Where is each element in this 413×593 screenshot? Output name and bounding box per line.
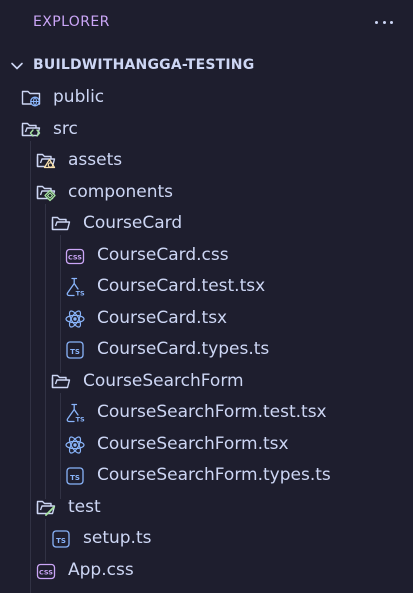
- tree-item-folder[interactable]: CourseSearchForm: [0, 366, 413, 397]
- tree-item-label: components: [68, 182, 173, 202]
- svg-text:CSS: CSS: [68, 253, 82, 261]
- tree-item-label: CourseCard.css: [97, 245, 229, 265]
- tree-item-label: CourseCard: [83, 213, 182, 233]
- react-file-icon: [64, 308, 86, 330]
- svg-text:TS: TS: [76, 290, 85, 298]
- folder-public-icon: [20, 87, 42, 109]
- tree-item-file[interactable]: TS CourseSearchForm.test.tsx: [0, 397, 413, 428]
- tree-item-folder[interactable]: CourseCard: [0, 208, 413, 239]
- ellipsis-icon[interactable]: [375, 11, 393, 33]
- ts-file-icon: TS: [50, 528, 72, 550]
- tree-item-file[interactable]: TS CourseCard.types.ts: [0, 334, 413, 365]
- folder-open-icon: [50, 371, 72, 393]
- tree-item-file[interactable]: CSS CourseCard.css: [0, 240, 413, 271]
- svg-text:TS: TS: [70, 348, 80, 356]
- explorer-header: EXPLORER: [0, 0, 413, 46]
- css-file-icon: CSS: [64, 245, 86, 267]
- svg-text:TS: TS: [70, 474, 80, 482]
- svg-text:TS: TS: [56, 537, 66, 545]
- tree-item-file[interactable]: TS CourseSearchForm.types.ts: [0, 460, 413, 491]
- css-file-icon: CSS: [35, 560, 57, 582]
- svg-text:CSS: CSS: [39, 568, 53, 576]
- ts-file-icon: TS: [64, 339, 86, 361]
- tree-item-label: CourseCard.test.tsx: [97, 276, 265, 296]
- ts-file-icon: TS: [64, 465, 86, 487]
- tree-item-label: App.css: [68, 560, 134, 580]
- workspace-section-header[interactable]: BUILDWITHANGGA-TESTING: [0, 52, 413, 80]
- svg-text:TS: TS: [76, 416, 85, 424]
- tree-item-file[interactable]: CSS App.css: [0, 555, 413, 586]
- tree-item-file[interactable]: CourseCard.tsx: [0, 303, 413, 334]
- tree-item-label: CourseSearchForm.test.tsx: [97, 402, 327, 422]
- tree-item-label: CourseCard.types.ts: [97, 339, 269, 359]
- folder-components-icon: [35, 182, 57, 204]
- indent-guide: [30, 141, 31, 593]
- folder-open-icon: [50, 213, 72, 235]
- tree-item-label: test: [68, 497, 101, 517]
- tree-item-file[interactable]: CourseSearchForm.tsx: [0, 429, 413, 460]
- tree-item-folder[interactable]: src: [0, 114, 413, 145]
- tree-item-file[interactable]: TS setup.ts: [0, 523, 413, 554]
- tree-item-label: src: [53, 119, 78, 139]
- indent-guide: [45, 519, 46, 562]
- chevron-down-icon: [9, 58, 25, 74]
- tree-item-file[interactable]: TS CourseCard.test.tsx: [0, 271, 413, 302]
- test-ts-file-icon: TS: [64, 276, 86, 298]
- folder-test-icon: [35, 497, 57, 519]
- tree-item-folder[interactable]: test: [0, 492, 413, 523]
- indent-guide: [60, 235, 61, 373]
- test-ts-file-icon: TS: [64, 402, 86, 424]
- folder-assets-icon: [35, 150, 57, 172]
- tree-item-label: CourseSearchForm.types.ts: [97, 465, 331, 485]
- workspace-name: BUILDWITHANGGA-TESTING: [33, 57, 254, 73]
- indent-guide: [60, 393, 61, 499]
- folder-src-icon: [20, 119, 42, 141]
- tree-item-label: public: [53, 87, 104, 107]
- indent-guide: [45, 204, 46, 499]
- explorer-panel: EXPLORER BUILDWITHANGGA-TESTING public sr…: [0, 0, 413, 588]
- tree-item-label: CourseSearchForm: [83, 371, 244, 391]
- explorer-title: EXPLORER: [33, 14, 110, 30]
- tree-item-label: setup.ts: [83, 528, 151, 548]
- react-file-icon: [64, 434, 86, 456]
- tree-item-folder[interactable]: public: [0, 82, 413, 113]
- tree-item-folder[interactable]: assets: [0, 145, 413, 176]
- tree-item-label: CourseCard.tsx: [97, 308, 227, 328]
- tree-item-folder[interactable]: components: [0, 177, 413, 208]
- tree-item-label: CourseSearchForm.tsx: [97, 434, 289, 454]
- tree-item-label: assets: [68, 150, 122, 170]
